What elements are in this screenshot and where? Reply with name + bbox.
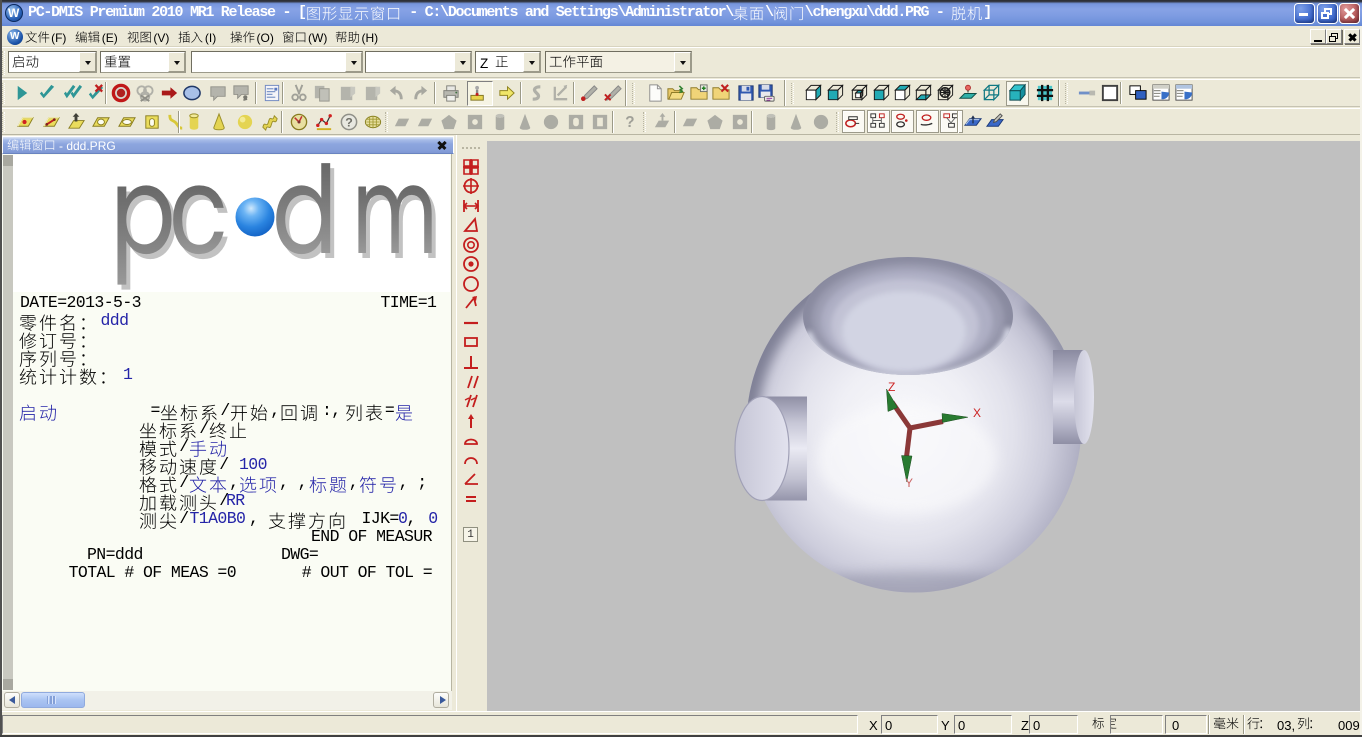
svg-text:?: ?: [626, 114, 635, 131]
svg-text:Z: Z: [888, 380, 895, 394]
svg-text:X: X: [973, 406, 981, 420]
svg-text:?: ?: [346, 115, 354, 129]
svg-text:Y: Y: [905, 476, 913, 490]
